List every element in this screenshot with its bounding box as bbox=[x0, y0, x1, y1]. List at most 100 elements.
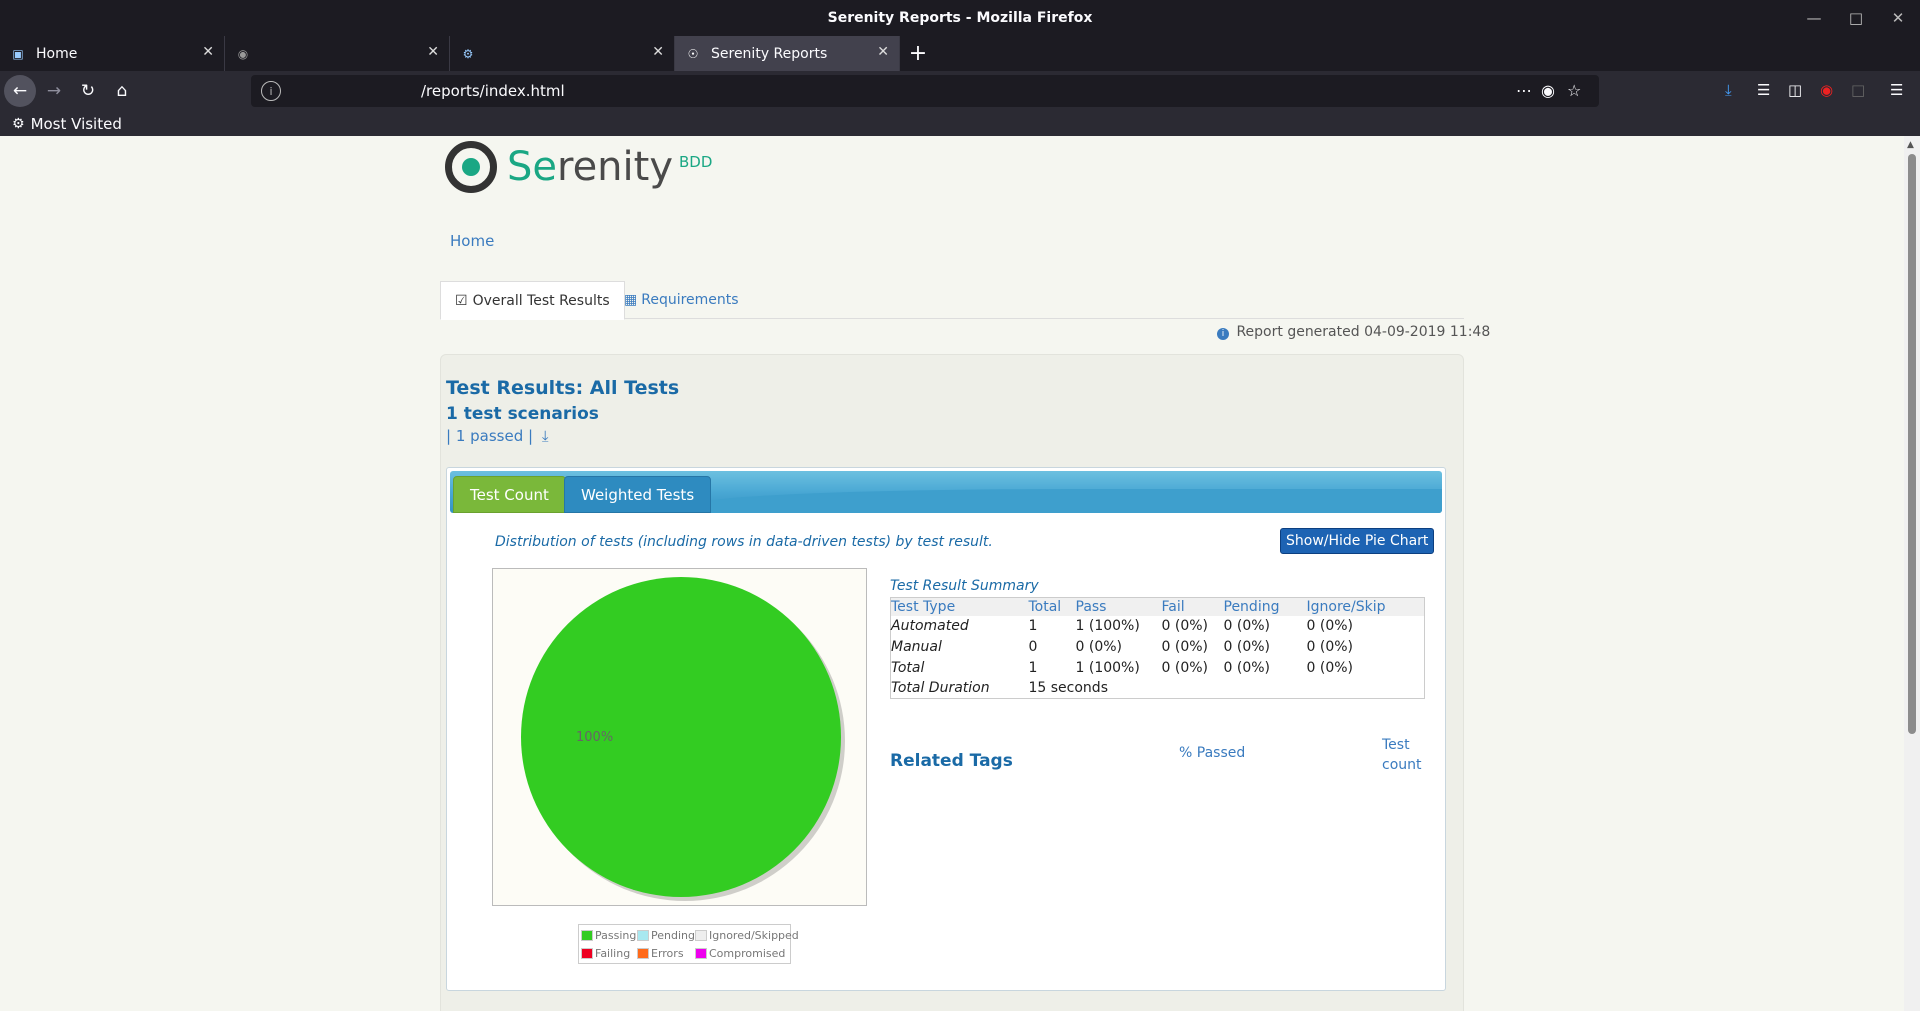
legend-swatch bbox=[581, 930, 593, 941]
maximize-button[interactable]: □ bbox=[1836, 0, 1876, 36]
info-icon: i bbox=[1217, 328, 1229, 340]
close-tab-icon[interactable]: ✕ bbox=[427, 44, 439, 60]
page-actions-icon[interactable]: ⋯ bbox=[1516, 81, 1532, 100]
table-row: Total 1 1 (100%) 0 (0%) 0 (0%) 0 (0%) bbox=[891, 659, 1353, 676]
tab-test-count[interactable]: Test Count bbox=[453, 476, 566, 513]
scroll-up-icon[interactable]: ▲ bbox=[1907, 140, 1914, 150]
summary-title: Test Result Summary bbox=[890, 578, 1039, 594]
passed-link[interactable]: | 1 passed | bbox=[446, 427, 533, 445]
legend-label: Ignored/Skipped bbox=[709, 929, 799, 942]
page-tabs: ☑ Overall Test Results ▦ Requirements bbox=[440, 281, 1464, 320]
col-header: Test Type bbox=[890, 597, 1029, 617]
gear-icon: ⚙ bbox=[12, 115, 25, 132]
pie-chart: 100% bbox=[492, 568, 867, 906]
legend-swatch bbox=[695, 948, 707, 959]
legend-swatch bbox=[695, 930, 707, 941]
home-button[interactable]: ⌂ bbox=[106, 75, 138, 107]
legend-label: Compromised bbox=[709, 947, 786, 960]
pocket-icon[interactable]: ◉ bbox=[1541, 81, 1555, 100]
downloads-icon[interactable]: ⤓ bbox=[1725, 81, 1732, 99]
library-icon[interactable]: ☰ bbox=[1757, 81, 1770, 99]
browser-tab-serenity[interactable]: ☉ Serenity Reports ✕ bbox=[675, 36, 900, 71]
pie-slice-passing bbox=[521, 577, 841, 897]
download-icon[interactable]: ⤓ bbox=[542, 427, 549, 445]
chart-tabs-container: Test Count Weighted Tests Distribution o… bbox=[446, 467, 1446, 991]
close-tab-icon[interactable]: ✕ bbox=[202, 44, 214, 60]
col-header: Ignore/Skip bbox=[1306, 597, 1425, 617]
legend-swatch bbox=[637, 948, 649, 959]
scrollbar-thumb[interactable] bbox=[1908, 154, 1916, 734]
legend-item-errors: Errors bbox=[637, 947, 684, 960]
close-tab-icon[interactable]: ✕ bbox=[652, 44, 664, 60]
legend-label: Pending bbox=[651, 929, 695, 942]
page-icon: ▣ bbox=[12, 46, 24, 61]
pie-data-label: 100% bbox=[576, 730, 613, 745]
tab-requirements[interactable]: ▦ Requirements bbox=[610, 281, 753, 319]
legend-label: Failing bbox=[595, 947, 631, 960]
pie-legend: Passing Pending Ignored/Skipped Failing Erro… bbox=[578, 924, 799, 964]
related-tags-title: Related Tags bbox=[890, 751, 1013, 771]
minimize-button[interactable]: — bbox=[1794, 0, 1834, 36]
col-header: Pass bbox=[1075, 597, 1162, 617]
browser-tab-home[interactable]: ▣ Home ✕ bbox=[0, 36, 225, 71]
col-header: Pending bbox=[1223, 597, 1307, 617]
navigation-toolbar: ← → ↻ ⌂ i /reports/index.html ⋯ ◉ ☆ ⤓ ☰ … bbox=[0, 71, 1920, 111]
legend-item-pending: Pending bbox=[637, 929, 695, 942]
github-icon: ◉ bbox=[237, 46, 249, 61]
close-window-button[interactable]: ✕ bbox=[1878, 0, 1918, 36]
tab-overall-test-results[interactable]: ☑ Overall Test Results bbox=[440, 281, 625, 320]
url-text[interactable]: /reports/index.html bbox=[421, 82, 565, 100]
pct-passed-header[interactable]: % Passed bbox=[1179, 745, 1245, 761]
legend-swatch bbox=[581, 948, 593, 959]
puzzle-icon: ⚙ bbox=[462, 46, 474, 61]
passed-link-line: | 1 passed | ⤓ bbox=[446, 427, 548, 445]
most-visited-bookmark[interactable]: Most Visited bbox=[31, 115, 122, 133]
extension-icon[interactable]: □ bbox=[1851, 81, 1865, 99]
browser-tab-bar: ▣ Home ✕ ◉ ✕ ⚙ ✕ ☉ Serenity Reports ✕ + bbox=[0, 36, 1920, 71]
distribution-description: Distribution of tests (including rows in… bbox=[495, 534, 993, 550]
menu-icon[interactable]: ☰ bbox=[1890, 81, 1903, 99]
page-viewport: Serenity BDD Home ☑ Overall Test Results… bbox=[0, 136, 1904, 1011]
home-link[interactable]: Home bbox=[450, 232, 494, 250]
legend-label: Passing bbox=[595, 929, 637, 942]
new-tab-button[interactable]: + bbox=[900, 36, 936, 71]
serenity-logo: Serenity BDD bbox=[445, 141, 712, 193]
sidebar-icon[interactable]: ◫ bbox=[1788, 81, 1802, 99]
results-panel: Test Results: All Tests 1 test scenarios… bbox=[440, 354, 1464, 1011]
serenity-icon: ☉ bbox=[687, 46, 699, 61]
legend-item-failing: Failing bbox=[581, 947, 630, 960]
window-title: Serenity Reports - Mozilla Firefox bbox=[827, 10, 1093, 26]
close-tab-icon[interactable]: ✕ bbox=[877, 44, 889, 60]
window-title-bar: Serenity Reports - Mozilla Firefox bbox=[0, 0, 1920, 36]
url-bar[interactable]: i /reports/index.html ⋯ ◉ ☆ bbox=[251, 75, 1599, 107]
report-generated: i Report generated 04-09-2019 11:48 bbox=[1217, 324, 1490, 340]
bookmark-star-icon[interactable]: ☆ bbox=[1567, 81, 1581, 100]
scenarios-count: 1 test scenarios bbox=[446, 404, 599, 424]
test-count-header[interactable]: Test count bbox=[1382, 735, 1422, 775]
col-header: Total bbox=[1028, 597, 1076, 617]
pie-chart-svg: 100% bbox=[521, 577, 845, 901]
reload-button[interactable]: ↻ bbox=[72, 75, 104, 107]
book-icon: ▦ bbox=[624, 292, 638, 308]
col-header: Fail bbox=[1161, 597, 1224, 617]
legend-swatch bbox=[637, 930, 649, 941]
legend-item-compromised: Compromised bbox=[695, 947, 785, 960]
forward-button[interactable]: → bbox=[38, 75, 70, 107]
legend-item-ignored-skipped: Ignored/Skipped bbox=[695, 929, 799, 942]
browser-tab-3[interactable]: ⚙ ✕ bbox=[450, 36, 675, 71]
browser-tab-2[interactable]: ◉ ✕ bbox=[225, 36, 450, 71]
site-info-icon[interactable]: i bbox=[261, 81, 281, 101]
checkbox-icon: ☑ bbox=[455, 292, 468, 309]
tab-label: Home bbox=[36, 45, 78, 62]
table-row: Automated 1 1 (100%) 0 (0%) 0 (0%) 0 (0%) bbox=[891, 618, 1353, 635]
legend-label: Errors bbox=[651, 947, 684, 960]
back-button[interactable]: ← bbox=[4, 75, 36, 107]
table-row: Total Duration 15 seconds bbox=[891, 679, 1108, 696]
table-row: Manual 0 0 (0%) 0 (0%) 0 (0%) 0 (0%) bbox=[891, 638, 1353, 655]
chart-tab-bar: Test Count Weighted Tests bbox=[450, 471, 1442, 513]
serenity-logo-icon bbox=[445, 141, 497, 193]
page-scrollbar[interactable]: ▲ bbox=[1904, 136, 1920, 1011]
show-hide-pie-chart-button[interactable]: Show/Hide Pie Chart bbox=[1280, 528, 1435, 554]
extension-shield-icon[interactable]: ◉ bbox=[1820, 81, 1833, 99]
tab-weighted-tests[interactable]: Weighted Tests bbox=[564, 476, 712, 513]
